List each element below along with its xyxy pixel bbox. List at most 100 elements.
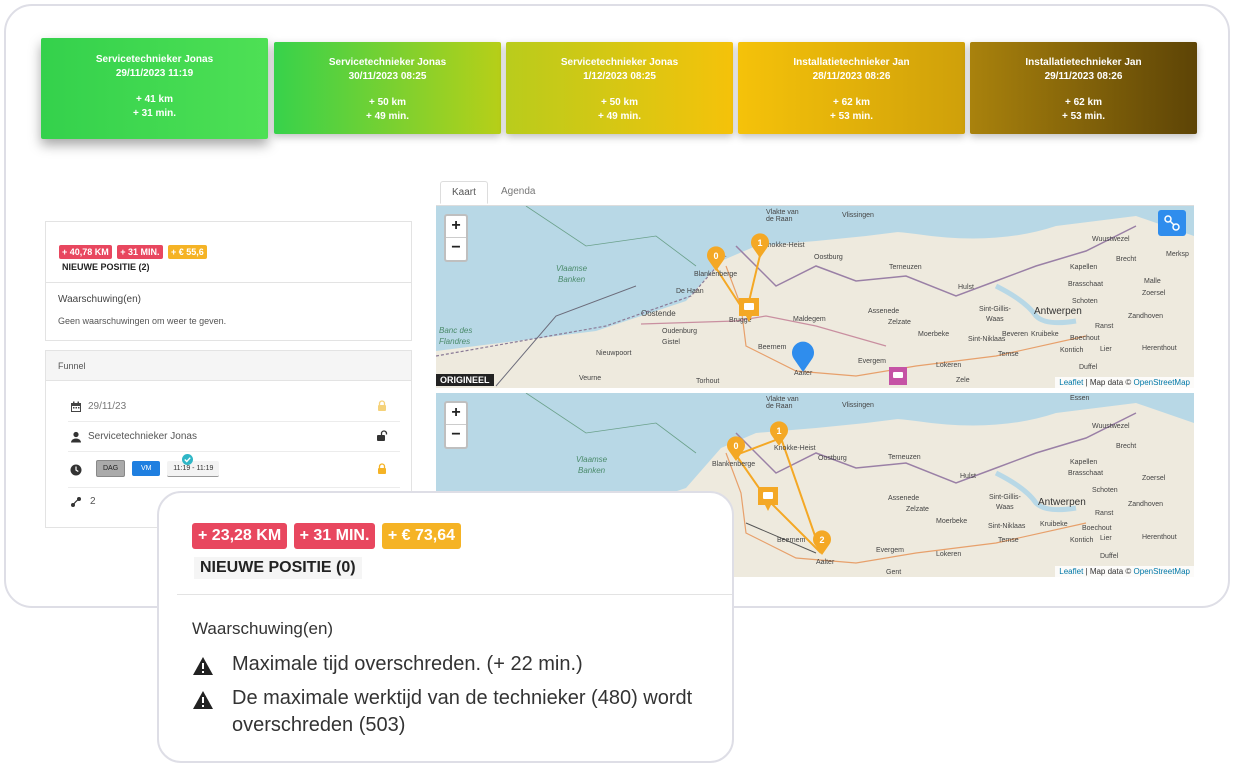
map-place: Beernem bbox=[777, 537, 806, 544]
map-place: Duffel bbox=[1100, 553, 1119, 560]
lock-icon[interactable] bbox=[376, 463, 388, 475]
tab-kaart[interactable]: Kaart bbox=[440, 181, 488, 204]
funnel-date-row[interactable]: 29/11/23 bbox=[68, 392, 400, 422]
vehicle-marker-icon[interactable] bbox=[889, 367, 907, 385]
map-place: Hulst bbox=[958, 284, 974, 291]
map-place: Lier bbox=[1100, 346, 1112, 353]
pickup-marker-icon[interactable] bbox=[738, 297, 760, 323]
warning-text: De maximale werktijd van de technieker (… bbox=[232, 687, 693, 736]
zoom-in-button[interactable]: + bbox=[446, 216, 466, 238]
funnel-count: 2 bbox=[90, 496, 96, 507]
map-place: Sint-Gillis- bbox=[989, 494, 1021, 501]
map-marker-2[interactable]: 2 bbox=[812, 530, 832, 556]
summary-badges: + 40,78 KM + 31 MIN. + € 55,6 bbox=[59, 242, 208, 260]
map-place: Brecht bbox=[1116, 256, 1137, 263]
funnel-technician: Servicetechnieker Jonas bbox=[88, 431, 197, 442]
map-place: Ranst bbox=[1095, 510, 1114, 517]
svg-text:0: 0 bbox=[733, 441, 738, 451]
map-place: Waas bbox=[986, 316, 1004, 323]
km-badge: + 23,28 KM bbox=[192, 523, 288, 549]
map-place: De Haan bbox=[676, 288, 704, 295]
cost-badge: + € 55,6 bbox=[167, 245, 207, 259]
map-place: Waas bbox=[996, 504, 1014, 511]
zoom-out-button[interactable]: − bbox=[446, 238, 466, 260]
funnel-title: Funnel bbox=[58, 361, 86, 371]
leaflet-link[interactable]: Leaflet bbox=[1059, 378, 1083, 387]
zoom-out-button[interactable]: − bbox=[446, 425, 466, 447]
map-place: Vlaamse bbox=[556, 264, 588, 273]
card-datetime: 1/12/2023 08:25 bbox=[583, 71, 656, 82]
leaflet-link[interactable]: Leaflet bbox=[1059, 567, 1083, 576]
map-place: Vlakte van bbox=[766, 209, 799, 216]
summary-popup: + 23,28 KM + 31 MIN. + € 73,64 NIEUWE PO… bbox=[157, 491, 734, 763]
map-place: Vlaamse bbox=[576, 455, 608, 464]
map-place: Temse bbox=[998, 351, 1019, 358]
osm-link[interactable]: OpenStreetMap bbox=[1134, 378, 1190, 387]
map-attribution: Leaflet | Map data © OpenStreetMap bbox=[1055, 377, 1194, 388]
new-position: NIEUWE POSITIE (2) bbox=[62, 262, 150, 272]
pickup-marker-icon[interactable] bbox=[757, 486, 779, 512]
svg-text:0: 0 bbox=[713, 251, 718, 261]
map-place: Brecht bbox=[1116, 443, 1137, 450]
funnel-time-row: DAG VM 11:19 - 11:19 bbox=[68, 452, 400, 488]
map-place: Ranst bbox=[1095, 323, 1114, 330]
map-place: Vlissingen bbox=[842, 402, 874, 409]
cost-badge: + € 73,64 bbox=[381, 523, 462, 549]
map-place: Lokeren bbox=[936, 551, 962, 558]
map-place: Kontich bbox=[1060, 347, 1084, 354]
map-place: Banc des bbox=[439, 326, 473, 335]
map-marker-1[interactable]: 1 bbox=[750, 233, 770, 259]
map-place: Brasschaat bbox=[1068, 281, 1104, 288]
svg-text:1: 1 bbox=[757, 238, 762, 248]
map-place: Vlakte van bbox=[766, 396, 799, 403]
map-place: Sint-Gillis- bbox=[979, 306, 1011, 313]
planning-card-4[interactable]: Installatietechnieker Jan 28/11/2023 08:… bbox=[738, 42, 965, 134]
card-km: + 50 km bbox=[601, 97, 638, 108]
map-place: Zandhoven bbox=[1128, 501, 1164, 508]
warnings-title: Waarschuwing(en) bbox=[192, 619, 334, 638]
card-title: Servicetechnieker Jonas bbox=[560, 57, 679, 68]
lock-icon[interactable] bbox=[376, 400, 388, 412]
card-title: Servicetechnieker Jonas bbox=[328, 57, 447, 68]
osm-link[interactable]: OpenStreetMap bbox=[1134, 567, 1190, 576]
map-place: Gistel bbox=[662, 339, 680, 346]
map-original[interactable]: Vlakte van de Raan Vlissingen Oostburg T… bbox=[436, 206, 1194, 388]
map-marker-0[interactable]: 0 bbox=[726, 436, 746, 462]
zoom-control: + − bbox=[444, 214, 468, 262]
map-place: Blankenberge bbox=[712, 461, 756, 468]
summary-panel: + 40,78 KM + 31 MIN. + € 55,6 NIEUWE POS… bbox=[45, 221, 412, 341]
funnel-technician-row[interactable]: Servicetechnieker Jonas bbox=[68, 422, 400, 452]
zoom-in-button[interactable]: + bbox=[446, 403, 466, 425]
map-place: Kruibeke bbox=[1040, 521, 1068, 528]
map-place: Kruibeke bbox=[1031, 331, 1059, 338]
route-icon bbox=[71, 497, 81, 507]
funnel-header: Funnel bbox=[46, 351, 411, 381]
map-place: Zandhoven bbox=[1128, 313, 1164, 320]
map-tiles bbox=[436, 206, 1194, 388]
planning-card-3[interactable]: Servicetechnieker Jonas 1/12/2023 08:25 … bbox=[506, 42, 733, 134]
svg-text:2: 2 bbox=[819, 535, 824, 545]
time-range[interactable]: 11:19 - 11:19 bbox=[167, 461, 220, 477]
planning-card-2[interactable]: Servicetechnieker Jonas 30/11/2023 08:25… bbox=[274, 42, 501, 134]
planning-card-5[interactable]: Installatietechnieker Jan 29/11/2023 08:… bbox=[970, 42, 1197, 134]
map-place: Blankenberge bbox=[694, 271, 738, 278]
planning-card-1[interactable]: Servicetechnieker Jonas 29/11/2023 11:19… bbox=[41, 38, 268, 139]
day-button[interactable]: DAG bbox=[96, 460, 126, 477]
map-place: Temse bbox=[998, 537, 1019, 544]
map-place: Aalter bbox=[816, 559, 835, 566]
current-location-marker-icon[interactable] bbox=[791, 341, 815, 373]
card-datetime: 28/11/2023 08:26 bbox=[812, 71, 891, 82]
vm-button[interactable]: VM bbox=[131, 461, 161, 476]
map-marker-1[interactable]: 1 bbox=[769, 421, 789, 447]
map-place: Antwerpen bbox=[1034, 306, 1082, 317]
unlock-icon[interactable] bbox=[376, 430, 388, 442]
user-icon bbox=[71, 431, 81, 443]
tab-agenda[interactable]: Agenda bbox=[490, 181, 546, 202]
card-km: + 50 km bbox=[369, 97, 406, 108]
map-place: Nieuwpoort bbox=[596, 350, 632, 357]
map-marker-0[interactable]: 0 bbox=[706, 246, 726, 272]
route-toggle-button[interactable] bbox=[1158, 210, 1186, 236]
card-km: + 62 km bbox=[1065, 97, 1102, 108]
new-position: NIEUWE POSITIE (0) bbox=[194, 557, 362, 579]
map-place: Evergem bbox=[858, 358, 887, 365]
